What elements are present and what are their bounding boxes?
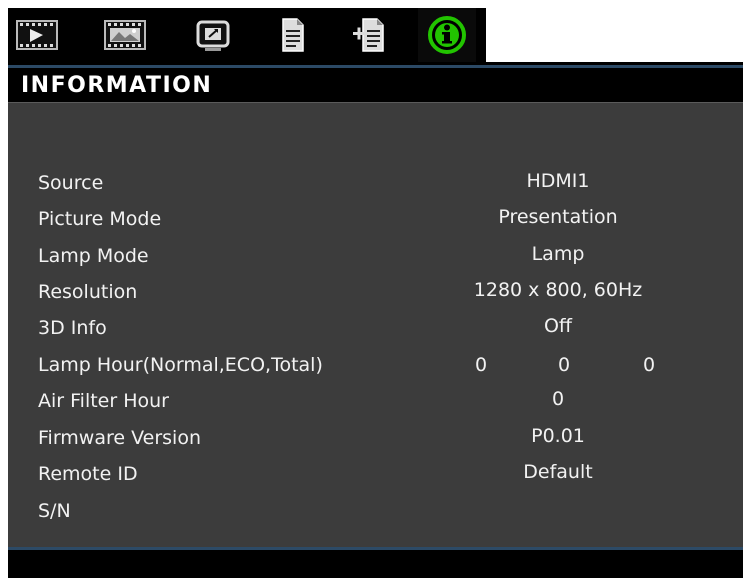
row-label: Lamp Mode: [38, 245, 149, 267]
info-row-lamp-hour: Lamp Hour(Normal,ECO,Total) 0 0 0: [8, 352, 743, 382]
menu-tab-bar: [8, 8, 486, 62]
row-label: Air Filter Hour: [38, 390, 169, 412]
settings-document-icon: [282, 18, 304, 52]
row-label: Lamp Hour(Normal,ECO,Total): [38, 354, 323, 376]
menu-footer: [8, 547, 743, 578]
tab-information[interactable]: [418, 8, 476, 62]
info-row-resolution: Resolution 1280 x 800, 60Hz: [8, 279, 743, 309]
header-divider: [8, 65, 743, 68]
information-panel: Source HDMI1 Picture Mode Presentation L…: [8, 102, 743, 548]
row-value: 0: [551, 388, 565, 410]
row-label: Resolution: [38, 281, 138, 303]
row-label: Picture Mode: [38, 208, 162, 230]
row-value: HDMI1: [526, 170, 590, 192]
row-value: Presentation: [498, 206, 618, 228]
row-label: Remote ID: [38, 463, 138, 485]
info-row-remote-id: Remote ID Default: [8, 461, 743, 491]
tab-options[interactable]: [342, 8, 400, 62]
row-label: 3D Info: [38, 317, 107, 339]
image-adjust-icon: [16, 20, 58, 50]
options-document-icon: [353, 18, 384, 52]
info-row-3d-info: 3D Info Off: [8, 315, 743, 345]
display-icon: [196, 20, 230, 51]
row-value: Lamp: [531, 243, 585, 265]
tab-setup[interactable]: [264, 8, 322, 62]
row-label: Source: [38, 172, 104, 194]
info-row-air-filter-hour: Air Filter Hour 0: [8, 388, 743, 418]
menu-header: INFORMATION: [8, 62, 743, 102]
footer-divider: [8, 547, 743, 550]
picture-settings-icon: [104, 20, 146, 50]
lamp-hour-eco: 0: [557, 354, 571, 376]
tab-display[interactable]: [184, 8, 242, 62]
info-row-serial-number: S/N: [8, 498, 743, 528]
info-row-lamp-mode: Lamp Mode Lamp: [8, 243, 743, 273]
row-value: Default: [523, 461, 593, 483]
information-icon: [428, 16, 466, 54]
row-value: P0.01: [531, 425, 585, 447]
row-label: Firmware Version: [38, 427, 201, 449]
info-row-firmware-version: Firmware Version P0.01: [8, 425, 743, 455]
tab-image[interactable]: [8, 8, 66, 62]
row-label: S/N: [38, 500, 71, 522]
page-title: INFORMATION: [21, 73, 213, 98]
row-value: Off: [543, 315, 573, 337]
tab-picture[interactable]: [96, 8, 154, 62]
info-row-picture-mode: Picture Mode Presentation: [8, 206, 743, 236]
lamp-hour-total: 0: [642, 354, 656, 376]
row-value: 1280 x 800, 60Hz: [473, 279, 643, 301]
lamp-hour-normal: 0: [474, 354, 488, 376]
info-row-source: Source HDMI1: [8, 170, 743, 200]
